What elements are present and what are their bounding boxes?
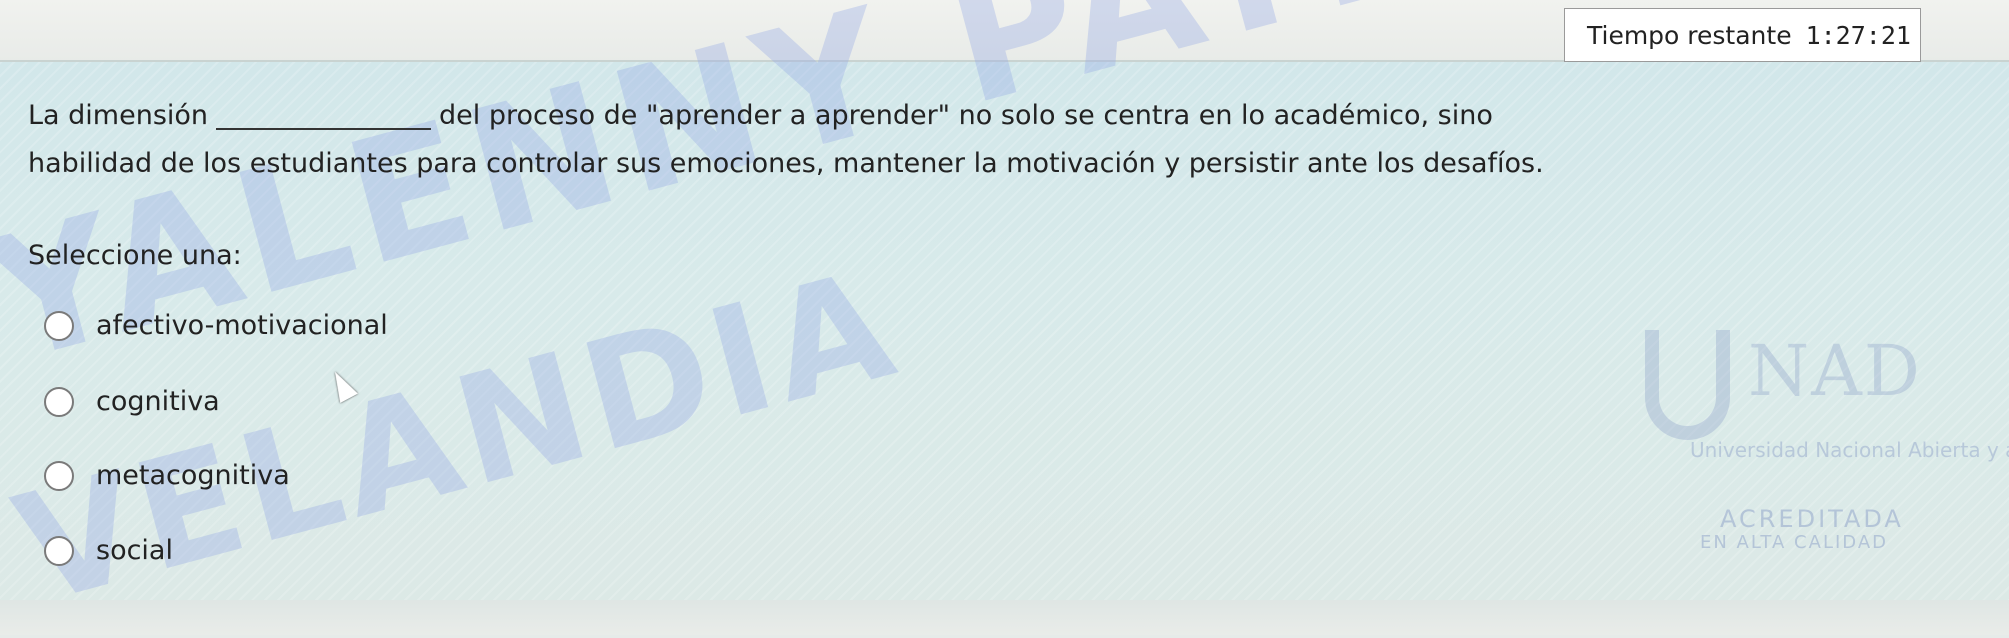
unad-accreditation-sub: EN ALTA CALIDAD [1700, 532, 1888, 553]
question-line-2: habilidad de los estudiantes para contro… [28, 148, 1544, 179]
option-afectivo-motivacional[interactable]: afectivo-motivacional [44, 310, 388, 341]
option-label: metacognitiva [96, 460, 290, 491]
unad-logo-letters: NAD [1748, 330, 1922, 412]
answer-blank [216, 128, 432, 130]
option-cognitiva[interactable]: cognitiva [44, 386, 220, 417]
unad-accreditation: ACREDITADA [1720, 505, 1904, 533]
unad-logo-u [1645, 330, 1730, 440]
radio-button[interactable] [44, 386, 74, 417]
radio-button[interactable] [44, 460, 74, 491]
time-remaining-box: Tiempo restante 1:27:21 [1564, 8, 1921, 62]
question-line-1-start: La dimensión [28, 100, 209, 131]
radio-button[interactable] [44, 310, 74, 341]
timer-value: 1:27:21 [1805, 20, 1911, 50]
question-line-1: La dimensión del proceso de "aprender a a… [28, 92, 1493, 140]
option-label: social [96, 535, 173, 566]
timer-label: Tiempo restante [1587, 20, 1792, 50]
select-prompt: Seleccione una: [28, 240, 242, 271]
option-label: afectivo-motivacional [96, 310, 388, 341]
option-label: cognitiva [96, 386, 220, 417]
panel-bottom-edge [0, 600, 2009, 635]
option-social[interactable]: social [44, 535, 173, 566]
radio-button[interactable] [44, 535, 74, 566]
unad-logo-subtitle: Universidad Nacional Abierta y a Distanc… [1690, 438, 2009, 462]
option-metacognitiva[interactable]: metacognitiva [44, 460, 290, 491]
question-line-1-end: del proceso de "aprender a aprender" no … [439, 100, 1493, 131]
